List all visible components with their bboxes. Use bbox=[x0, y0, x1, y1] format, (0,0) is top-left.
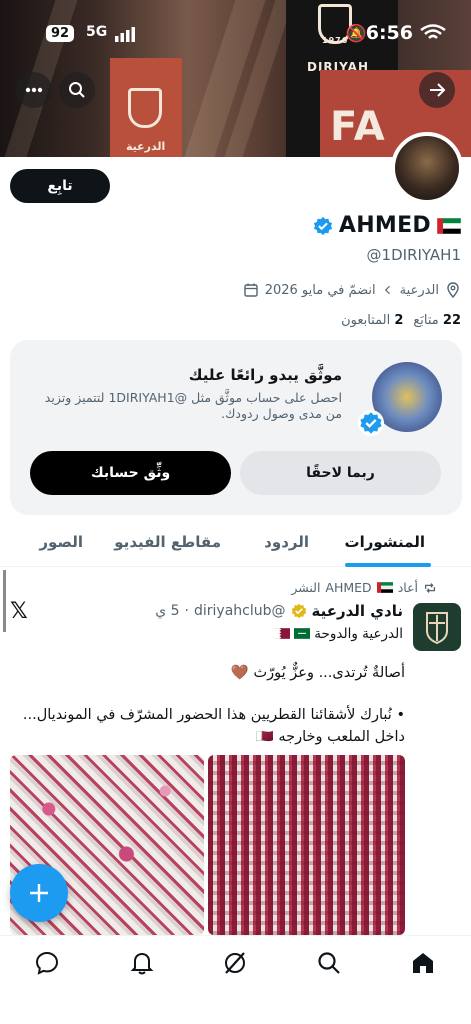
post-text-line2: • نُبارك لأشقائنا القطريين هذا الحضور ال… bbox=[22, 707, 405, 745]
tab-posts[interactable]: المنشورات bbox=[345, 533, 425, 551]
promo-title: موثَّق يبدو رائعًا عليك bbox=[188, 366, 342, 384]
post-author-avatar[interactable] bbox=[413, 603, 461, 651]
follow-button[interactable]: تابِع bbox=[10, 169, 110, 203]
more-icon bbox=[25, 87, 43, 93]
profile-location[interactable]: الدرعية bbox=[400, 283, 439, 298]
mute-icon: 🔕 bbox=[345, 24, 367, 44]
promo-description: احصل على حساب موثَّق مثل @1DIRIYAH1 لتتم… bbox=[44, 390, 342, 421]
profile-handle: @1DIRIYAH1 bbox=[366, 246, 461, 264]
post-author-handle[interactable]: @diriyahclub bbox=[194, 603, 286, 619]
repost-label: أعاد bbox=[397, 580, 418, 595]
followers-label: المتابعون bbox=[341, 313, 391, 328]
network-type: 5G bbox=[86, 24, 108, 40]
profile-name-row: AHMED bbox=[313, 213, 462, 238]
post-media-image[interactable] bbox=[208, 755, 405, 935]
signal-icon bbox=[115, 27, 135, 42]
status-bar: 92 5G 🔕 6:56 bbox=[0, 22, 471, 48]
search-button[interactable] bbox=[59, 72, 95, 108]
post-subtitle-text: الدرعية والدوحة bbox=[314, 626, 403, 642]
battery-indicator: 92 bbox=[46, 25, 75, 42]
saudi-flag-icon bbox=[294, 628, 310, 639]
verified-badge-icon[interactable] bbox=[313, 216, 333, 236]
following-link[interactable]: 22 متابَع bbox=[413, 313, 461, 328]
profile-meta: الدرعية انضمّ في مايو 2026 bbox=[243, 282, 461, 298]
back-button[interactable] bbox=[419, 72, 455, 108]
bottom-navigation bbox=[0, 935, 471, 990]
followers-count: 2 bbox=[394, 313, 404, 328]
profile-avatar[interactable] bbox=[391, 132, 463, 204]
banner-crest bbox=[128, 88, 162, 128]
post-subtitle: الدرعية والدوحة bbox=[273, 626, 403, 642]
tab-photos[interactable]: الصور bbox=[39, 533, 83, 551]
location-icon bbox=[447, 282, 459, 298]
post-separator: · bbox=[184, 603, 189, 619]
repost-icon bbox=[424, 582, 436, 593]
uae-flag-icon bbox=[436, 217, 462, 234]
messages-icon[interactable] bbox=[34, 950, 60, 976]
search-nav-icon[interactable] bbox=[316, 950, 342, 976]
post-text-line1: أصالةٌ تُرتدى... وعزٌّ يُورّث 🤎 bbox=[230, 665, 405, 681]
compose-button[interactable] bbox=[10, 864, 68, 922]
active-tab-indicator bbox=[345, 563, 431, 567]
uae-flag-icon bbox=[376, 582, 393, 593]
thread-line bbox=[3, 570, 6, 632]
followers-link[interactable]: 2 المتابعون bbox=[341, 313, 403, 328]
verify-promo-card: موثَّق يبدو رائعًا عليك احصل على حساب مو… bbox=[10, 340, 462, 515]
banner-text: الدرعية bbox=[126, 140, 166, 153]
tab-videos[interactable]: مقاطع الفيديو bbox=[114, 533, 221, 551]
clock: 6:56 bbox=[365, 22, 413, 44]
following-count: 22 bbox=[442, 313, 461, 328]
post-author-name[interactable]: نادي الدرعية bbox=[312, 602, 403, 620]
maybe-later-button[interactable]: ربما لاحقًا bbox=[240, 451, 441, 495]
back-arrow-icon bbox=[430, 83, 446, 97]
notifications-icon[interactable] bbox=[129, 950, 155, 976]
repost-indicator: أعاد AHMED النشر bbox=[291, 580, 437, 595]
post-header: نادي الدرعية @diriyahclub · 5 ي bbox=[155, 602, 403, 620]
chevron-icon bbox=[384, 285, 390, 295]
tab-replies[interactable]: الردود bbox=[264, 533, 309, 551]
banner-text: FA bbox=[330, 104, 386, 150]
verify-account-button[interactable]: وثِّق حسابك bbox=[30, 451, 231, 495]
home-icon[interactable] bbox=[410, 950, 436, 976]
x-logo-icon: 𝕏 bbox=[10, 599, 28, 624]
gold-verified-badge-icon bbox=[291, 603, 306, 619]
qatar-flag-icon bbox=[273, 628, 290, 639]
repost-suffix: النشر bbox=[291, 580, 321, 595]
profile-name: AHMED bbox=[338, 213, 431, 238]
profile-joined: انضمّ في مايو 2026 bbox=[264, 282, 376, 298]
profile-tabs: المنشورات الردود مقاطع الفيديو الصور bbox=[0, 523, 471, 567]
more-button[interactable] bbox=[16, 72, 52, 108]
wifi-icon bbox=[420, 24, 446, 39]
grok-icon[interactable] bbox=[222, 950, 248, 976]
club-crest-icon bbox=[426, 612, 448, 645]
verified-badge-icon bbox=[358, 410, 384, 436]
search-icon bbox=[69, 82, 85, 98]
post-time: 5 ي bbox=[155, 603, 180, 619]
plus-icon bbox=[30, 884, 48, 902]
profile-counts: 22 متابَع 2 المتابعون bbox=[341, 313, 461, 328]
following-label: متابَع bbox=[413, 313, 439, 328]
calendar-icon bbox=[244, 283, 258, 297]
repost-user[interactable]: AHMED bbox=[325, 580, 371, 595]
